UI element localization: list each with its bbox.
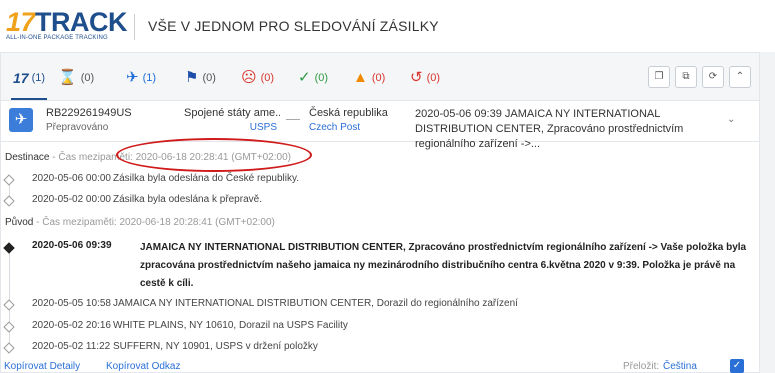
chevron-down-icon[interactable]: ⌄: [727, 114, 735, 125]
filter-alert[interactable]: ▲ (0): [353, 68, 385, 88]
copy-all-icon: ⧉: [682, 71, 690, 82]
tracking-number: RB229261949US: [46, 107, 132, 119]
annotation-ellipse: [116, 138, 312, 172]
shipment-status: Přepravováno: [46, 122, 109, 133]
translate-checkbox[interactable]: ✓: [730, 359, 744, 373]
timeline-marker: [3, 174, 15, 186]
filter-all[interactable]: 17 (1): [13, 68, 45, 88]
tracking-panel: 17 (1) ⌛ (0) ✈ (1) ⚑ (0) ☹ (0) ✓ (0) ▲ (…: [0, 52, 760, 373]
page-title: VŠE V JEDNOM PRO SLEDOVÁNÍ ZÁSILKY: [148, 18, 439, 34]
refresh-icon: ⟳: [708, 71, 718, 82]
timeline-marker: [3, 242, 15, 254]
shipment-summary-row[interactable]: ✈ RB229261949US Přepravováno Spojené stá…: [1, 102, 759, 150]
page-header: 17TRACK ALL-IN-ONE PACKAGE TRACKING VŠE …: [0, 0, 775, 52]
filter-in-transit[interactable]: ✈ (1): [126, 68, 156, 88]
copy-button[interactable]: ❐: [648, 66, 670, 88]
active-filter-indicator: [11, 98, 47, 100]
origin-country: Spojené státy ame...: [184, 107, 280, 119]
copy-details-link[interactable]: Kopírovat Detaily: [4, 361, 80, 372]
right-gutter: [760, 52, 775, 373]
translate-label: Přeložit:: [623, 361, 660, 372]
airplane-icon: ✈: [126, 69, 139, 86]
17track-logo[interactable]: 17TRACK ALL-IN-ONE PACKAGE TRACKING: [6, 7, 128, 43]
panel-footer: Kopírovat Detaily Kopírovat Odkaz Přelož…: [0, 359, 760, 373]
filter-not-found[interactable]: ⌛ (0): [58, 68, 94, 88]
destination-country: Česká republika: [309, 107, 388, 119]
header-divider: [134, 14, 135, 40]
17track-logo-icon: 17: [13, 70, 29, 86]
timeline-marker: [3, 342, 15, 354]
timeline-marker: [3, 299, 15, 311]
timeline-marker: [3, 195, 15, 207]
filter-undelivered[interactable]: ☹ (0): [241, 68, 274, 88]
history-icon: ↺: [410, 69, 423, 86]
origin-label: Původ: [5, 217, 34, 228]
copy-link-link[interactable]: Kopírovat Odkaz: [106, 361, 180, 372]
copy-icon: ❐: [654, 71, 664, 82]
destination-carrier-link[interactable]: Czech Post: [309, 122, 360, 133]
origin-cache-time: - Čas mezipaměti: 2020-06-18 20:28:41 (G…: [33, 217, 275, 228]
destination-label: Destinace: [5, 152, 50, 163]
origin-carrier-link[interactable]: USPS: [241, 122, 277, 133]
hourglass-icon: ⌛: [58, 69, 77, 86]
warning-icon: ▲: [353, 69, 368, 86]
origin-header: Původ - Čas mezipaměti: 2020-06-18 20:28…: [5, 217, 275, 228]
filter-expired[interactable]: ↺ (0): [410, 68, 440, 88]
app-root: 17TRACK ALL-IN-ONE PACKAGE TRACKING VŠE …: [0, 0, 775, 373]
airplane-icon: ✈: [9, 108, 33, 132]
copy-all-button[interactable]: ⧉: [675, 66, 697, 88]
collapse-icon: ⌃: [735, 71, 745, 82]
refresh-button[interactable]: ⟳: [702, 66, 724, 88]
timeline-marker: [3, 321, 15, 333]
latest-event: 2020-05-06 09:39 JAMAICA NY INTERNATIONA…: [415, 108, 684, 150]
flag-icon: ⚑: [185, 69, 199, 86]
frown-icon: ☹: [241, 69, 257, 86]
filter-delivered[interactable]: ✓ (0): [298, 68, 328, 88]
checkmark-icon: ✓: [298, 69, 311, 86]
filter-pickup[interactable]: ⚑ (0): [185, 68, 216, 88]
translate-language-select[interactable]: Čeština: [663, 361, 697, 372]
route-divider: [286, 119, 300, 120]
logo-wordmark: 17TRACK: [6, 7, 128, 37]
status-filter-bar: 17 (1) ⌛ (0) ✈ (1) ⚑ (0) ☹ (0) ✓ (0) ▲ (…: [1, 53, 759, 101]
collapse-all-button[interactable]: ⌃: [729, 66, 751, 88]
